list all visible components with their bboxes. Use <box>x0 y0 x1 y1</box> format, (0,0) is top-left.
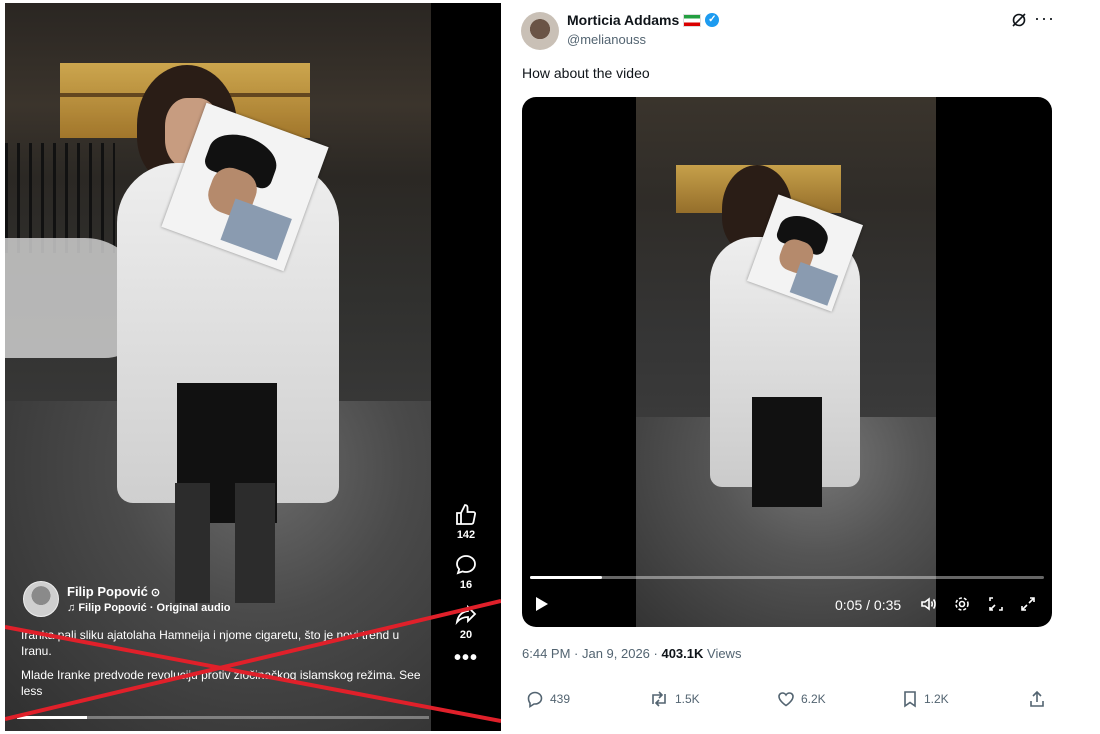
video-seek-bar[interactable] <box>530 576 1044 579</box>
author-handle[interactable]: @melianouss <box>567 32 646 47</box>
views-label: Views <box>703 646 742 661</box>
bookmark-button[interactable]: 1.2K <box>902 690 949 708</box>
play-icon[interactable] <box>536 597 548 611</box>
view-count: 403.1K <box>661 646 704 661</box>
video-time: 0:05 / 0:35 <box>835 597 902 613</box>
fullscreen-icon[interactable] <box>1019 595 1037 617</box>
thumbs-up-icon <box>456 504 477 525</box>
video-player[interactable]: 0:05 / 0:35 <box>522 97 1052 627</box>
verified-icon: ⊙ <box>150 587 161 599</box>
volume-icon[interactable] <box>919 595 937 617</box>
heart-icon <box>778 692 794 707</box>
grok-icon[interactable] <box>1011 12 1027 33</box>
like-button[interactable]: 6.2K <box>777 690 826 708</box>
bookmark-count: 1.2K <box>924 692 949 706</box>
tweet[interactable]: Morticia Addams ✓ @melianouss ··· How ab… <box>510 0 1070 734</box>
picture-in-picture-icon[interactable] <box>987 595 1005 617</box>
bookmark-icon <box>904 691 916 708</box>
avatar[interactable] <box>521 12 559 50</box>
verified-badge-icon: ✓ <box>705 13 720 27</box>
settings-gear-icon[interactable] <box>953 595 971 617</box>
like-button[interactable]: 142 <box>443 503 489 541</box>
more-options-button[interactable]: ••• <box>443 648 489 668</box>
comment-bubble-icon <box>456 555 476 575</box>
audio-label[interactable]: Filip Popović · Original audio <box>78 602 230 614</box>
comment-count: 16 <box>459 579 473 591</box>
fence <box>5 143 115 253</box>
share-count: 20 <box>459 629 473 641</box>
share-arrow-icon <box>455 604 477 626</box>
video-progress-bar[interactable] <box>17 716 429 719</box>
like-count: 142 <box>456 529 476 541</box>
reply-count: 439 <box>550 692 571 706</box>
post-caption: Iranka pali sliku ajatolaha Hamneija i n… <box>21 627 421 707</box>
repost-count: 1.5K <box>675 692 700 706</box>
share-button[interactable]: 20 <box>443 603 489 641</box>
action-rail: 142 16 20 ••• <box>443 503 489 675</box>
like-count: 6.2K <box>801 692 826 706</box>
video-frame[interactable] <box>5 3 431 731</box>
reply-button[interactable]: 439 <box>526 690 570 708</box>
share-button[interactable] <box>1028 690 1052 708</box>
more-options-button[interactable]: ··· <box>1034 8 1055 29</box>
timestamp[interactable]: 6:44 PM · Jan 9, 2026 · <box>522 646 661 661</box>
comment-button[interactable]: 16 <box>443 553 489 591</box>
short-video-post[interactable]: 142 16 20 ••• Filip Popović ⊙ ♫ Filip Pop… <box>5 3 501 731</box>
reply-bubble-icon <box>527 691 543 708</box>
caption-line-1: Iranka pali sliku ajatolaha Hamneija i n… <box>21 628 400 658</box>
post-author[interactable]: Filip Popović ⊙ ♫ Filip Popović · Origina… <box>23 581 231 617</box>
repost-button[interactable]: 1.5K <box>649 690 700 708</box>
tweet-meta: 6:44 PM · Jan 9, 2026 · 403.1K Views <box>522 646 741 661</box>
repost-icon <box>652 691 666 707</box>
author-name[interactable]: Morticia Addams <box>567 12 679 28</box>
video-frame[interactable] <box>636 97 936 627</box>
avatar[interactable] <box>23 581 59 617</box>
author-name[interactable]: Filip Popović <box>67 584 148 599</box>
music-note-icon: ♫ <box>67 602 79 614</box>
share-upload-icon <box>1030 690 1044 707</box>
tweet-text: How about the video <box>522 65 650 81</box>
tweet-actions: 439 1.5K 6.2K 1.2K <box>522 690 1062 712</box>
iran-flag-icon <box>683 13 702 27</box>
caption-line-2[interactable]: Mlade Iranke predvode revoluciju protiv … <box>21 667 421 699</box>
